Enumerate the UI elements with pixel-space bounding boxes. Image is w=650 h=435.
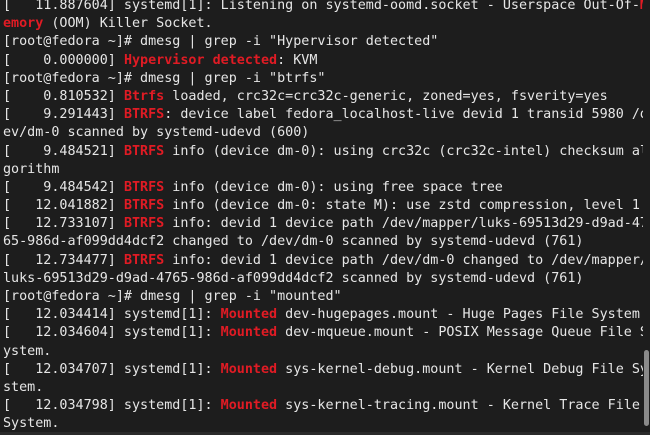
- line-text: sys-kernel-tracing.mount - Kernel Trace …: [277, 398, 640, 414]
- match-highlight: BTRFS: [123, 107, 165, 123]
- terminal-line: [ 9.484542] BTRFS info (device dm-0): us…: [3, 179, 643, 197]
- match-highlight: BTRFS: [123, 198, 165, 214]
- match-highlight: BTRFS: [123, 179, 165, 195]
- line-text: luks-69513d29-d9ad-4765-986d-af099dd4dcf…: [3, 270, 584, 286]
- terminal-line: ev/dm-0 scanned by systemd-udevd (600): [3, 124, 643, 142]
- match-highlight: Mounted: [220, 398, 278, 414]
- line-text: [ 0.810532]: [3, 88, 124, 104]
- terminal-line: [root@fedora ~]# dmesg | grep -i "mounte…: [3, 288, 643, 306]
- line-text: [ 0.000000]: [3, 52, 124, 68]
- terminal-line: [ 12.034604] systemd[1]: Mounted dev-mqu…: [3, 324, 648, 342]
- terminal-line: [ 12.034414] systemd[1]: Mounted dev-hug…: [3, 306, 648, 324]
- line-text: sys-kernel-debug.mount - Kernel Debug Fi…: [277, 361, 648, 377]
- terminal-line: [ 12.041882] BTRFS info (device dm-0: st…: [3, 197, 643, 215]
- line-text: [ 12.034414] systemd[1]:: [3, 307, 221, 323]
- scrollbar[interactable]: [643, 0, 650, 435]
- match-highlight: Btrfs: [123, 88, 165, 104]
- terminal-window[interactable]: [ 11.887604] systemd[1]: Listening on sy…: [0, 0, 650, 435]
- line-text: loaded, crc32c=crc32c-generic, zoned=yes…: [164, 88, 608, 104]
- line-text: System.: [3, 416, 60, 432]
- line-text: info (device dm-0): using crc32c (crc32c…: [164, 143, 648, 159]
- match-highlight: BTRFS: [123, 252, 165, 268]
- terminal-line: emory (OOM) Killer Socket.: [3, 15, 643, 33]
- line-text: [ 12.041882]: [3, 198, 124, 214]
- line-text: [ 9.291443]: [3, 107, 124, 123]
- terminal-line: [ 0.000000] Hypervisor detected: KVM: [3, 52, 643, 70]
- line-text: info (device dm-0): using free space tre…: [164, 179, 503, 195]
- terminal-line: [ 9.291443] BTRFS: device label fedora_l…: [3, 106, 648, 124]
- line-text: [ 12.034707] systemd[1]:: [3, 361, 221, 377]
- line-text: dev-hugepages.mount - Huge Pages File Sy…: [277, 307, 648, 323]
- terminal-line: gorithm: [3, 161, 643, 179]
- terminal-line: [ 12.733107] BTRFS info: devid 1 device …: [3, 215, 648, 233]
- terminal-line: [ 0.810532] Btrfs loaded, crc32c=crc32c-…: [3, 88, 643, 106]
- terminal-line: [ 9.484521] BTRFS info (device dm-0): us…: [3, 143, 648, 161]
- line-text: info: devid 1 device path /dev/dm-0 chan…: [164, 252, 648, 268]
- terminal-line: 65-986d-af099dd4dcf2 changed to /dev/dm-…: [3, 233, 643, 251]
- scrollbar-thumb[interactable]: [644, 350, 649, 426]
- line-text: [ 9.484521]: [3, 143, 124, 159]
- line-text: [ 12.733107]: [3, 216, 124, 232]
- line-text: ev/dm-0 scanned by systemd-udevd (600): [3, 125, 310, 141]
- terminal-line: [root@fedora ~]# dmesg | grep -i "Hyperv…: [3, 33, 643, 51]
- line-text: info: devid 1 device path /dev/mapper/lu…: [164, 216, 648, 232]
- match-highlight: emory: [3, 16, 44, 32]
- terminal-line: [root@fedora ~]# dmesg | grep -i "btrfs": [3, 70, 643, 88]
- line-text: [ 11.887604] systemd[1]: Listening on sy…: [3, 0, 640, 13]
- line-text: : device label fedora_localhost-live dev…: [164, 107, 648, 123]
- terminal-line: [ 12.034707] systemd[1]: Mounted sys-ker…: [3, 361, 648, 379]
- line-text: info (device dm-0: state M): use zstd co…: [164, 198, 640, 214]
- match-highlight: Mounted: [220, 325, 278, 341]
- terminal-line: stem.: [3, 379, 643, 397]
- line-text: 65-986d-af099dd4dcf2 changed to /dev/dm-…: [3, 234, 584, 250]
- terminal-line: ystem.: [3, 343, 643, 361]
- terminal-line: [ 12.034798] systemd[1]: Mounted sys-ker…: [3, 397, 643, 415]
- line-text: dev-mqueue.mount - POSIX Message Queue F…: [277, 325, 648, 341]
- line-text: [root@fedora ~]# dmesg | grep -i "Hyperv…: [3, 34, 439, 50]
- terminal-line: [ 11.887604] systemd[1]: Listening on sy…: [3, 0, 648, 15]
- line-text: [ 12.034604] systemd[1]:: [3, 325, 221, 341]
- terminal-output[interactable]: [ 11.887604] systemd[1]: Listening on sy…: [3, 0, 648, 434]
- match-highlight: BTRFS: [123, 143, 165, 159]
- match-highlight: Mounted: [220, 307, 278, 323]
- line-text: [ 9.484542]: [3, 179, 124, 195]
- line-text: ystem.: [3, 343, 52, 359]
- match-highlight: BTRFS: [123, 216, 165, 232]
- line-text: [ 12.734477]: [3, 252, 124, 268]
- terminal-line: luks-69513d29-d9ad-4765-986d-af099dd4dcf…: [3, 270, 643, 288]
- match-highlight: Hypervisor detected: [123, 52, 278, 68]
- match-highlight: Mounted: [220, 361, 278, 377]
- line-text: (OOM) Killer Socket.: [43, 16, 213, 32]
- line-text: gorithm: [3, 161, 60, 177]
- line-text: : KVM: [277, 52, 318, 68]
- line-text: [ 12.034798] systemd[1]:: [3, 398, 221, 414]
- line-text: [root@fedora ~]# dmesg | grep -i "mounte…: [3, 289, 342, 304]
- line-text: [root@fedora ~]# dmesg | grep -i "btrfs": [3, 70, 326, 86]
- terminal-line: System.: [3, 415, 643, 433]
- line-text: stem.: [3, 379, 44, 395]
- terminal-line: [ 12.734477] BTRFS info: devid 1 device …: [3, 252, 648, 270]
